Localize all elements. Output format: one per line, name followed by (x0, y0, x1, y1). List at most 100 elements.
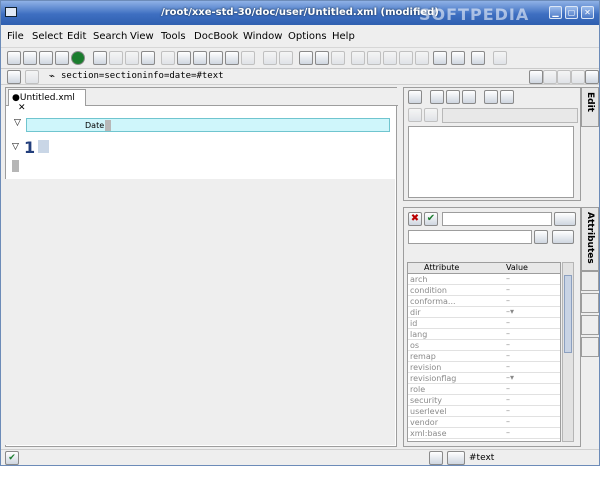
element-name-field[interactable] (442, 108, 578, 123)
tab-attributes[interactable]: Attributes (581, 207, 599, 271)
heading-placeholder[interactable] (38, 140, 49, 153)
special-char-icon[interactable] (471, 51, 485, 65)
superscript-icon[interactable] (331, 51, 345, 65)
open-folder-icon[interactable] (23, 51, 37, 65)
add-attribute-dropdown[interactable] (552, 230, 574, 244)
list-icon[interactable] (383, 51, 397, 65)
element-dropdown-icon[interactable] (447, 451, 465, 465)
table-row[interactable]: condition – (408, 285, 560, 296)
save-icon[interactable] (39, 51, 53, 65)
next-node-icon[interactable] (557, 70, 571, 84)
section-collapse-icon[interactable]: ▽ (12, 142, 19, 152)
element-list[interactable] (408, 126, 574, 198)
first-node-icon[interactable] (529, 70, 543, 84)
tab-notes[interactable] (581, 337, 599, 357)
table-row[interactable]: os – (408, 340, 560, 351)
attributes-scrollbar[interactable] (562, 262, 574, 442)
menu-edit[interactable]: Edit (67, 31, 86, 42)
search-node-icon[interactable] (585, 70, 599, 84)
node-path[interactable]: section=sectioninfo=date=#text (61, 71, 224, 81)
cut-icon[interactable] (161, 51, 175, 65)
join-icon[interactable] (279, 51, 293, 65)
insert-after-icon[interactable] (430, 90, 444, 104)
bold-dropdown-icon[interactable] (299, 51, 313, 65)
menu-tools[interactable]: Tools (161, 31, 186, 42)
paste-before-icon[interactable] (209, 51, 223, 65)
attribute-column-header[interactable]: Attribute (424, 263, 459, 272)
wrap-icon[interactable] (462, 90, 476, 104)
ordered-list-icon[interactable] (399, 51, 413, 65)
attribute-name-input[interactable] (408, 230, 532, 244)
minimize-button[interactable]: ▁ (549, 6, 562, 19)
tab-close-icon[interactable]: ✕ (18, 103, 26, 113)
table-row[interactable]: vendor – (408, 417, 560, 428)
menu-options[interactable]: Options (288, 31, 327, 42)
table-row[interactable]: id – (408, 318, 560, 329)
replace-icon[interactable] (141, 51, 155, 65)
maximize-button[interactable]: ▢ (565, 6, 578, 19)
image-dropdown-icon[interactable] (451, 51, 465, 65)
menu-view[interactable]: View (130, 31, 154, 42)
title-bar[interactable]: /root/xxe-std-30/doc/user/Untitled.xml (… (1, 1, 599, 25)
section-icon[interactable] (367, 51, 381, 65)
paste-after-icon[interactable] (225, 51, 239, 65)
close-button[interactable]: ✕ (581, 6, 594, 19)
menu-help[interactable]: Help (332, 31, 355, 42)
menu-window[interactable]: Window (243, 31, 282, 42)
tab-spell-check[interactable] (581, 293, 599, 313)
confirm-edit-icon[interactable] (424, 108, 438, 122)
table-dropdown-icon[interactable] (433, 51, 447, 65)
delete-icon[interactable] (241, 51, 255, 65)
paste-icon[interactable] (193, 51, 207, 65)
table-row[interactable]: remap – (408, 351, 560, 362)
convert-icon[interactable] (446, 90, 460, 104)
select-child-icon[interactable] (25, 70, 39, 84)
redo-icon[interactable] (109, 51, 123, 65)
menu-docbook[interactable]: DocBook (194, 31, 238, 42)
select-parent-icon[interactable] (7, 70, 21, 84)
paragraph-icon[interactable] (351, 51, 365, 65)
table-row[interactable]: security – (408, 395, 560, 406)
scrollbar-thumb[interactable] (564, 275, 572, 353)
link-icon[interactable] (493, 51, 507, 65)
last-node-icon[interactable] (571, 70, 585, 84)
item-list-icon[interactable] (415, 51, 429, 65)
tab-tools[interactable] (581, 271, 599, 291)
previous-node-icon[interactable] (543, 70, 557, 84)
repeat-icon[interactable] (125, 51, 139, 65)
table-row[interactable]: role – (408, 384, 560, 395)
save-template-icon[interactable] (500, 90, 514, 104)
tab-fonts[interactable] (581, 315, 599, 335)
find-icon[interactable] (93, 51, 107, 65)
apply-attribute-icon[interactable]: ✔ (424, 212, 438, 226)
tab-label[interactable]: ●Untitled.xml (12, 93, 75, 103)
sort-icon[interactable] (429, 451, 443, 465)
menu-select[interactable]: Select (32, 31, 63, 42)
validate-icon[interactable] (71, 51, 85, 65)
save-as-icon[interactable] (55, 51, 69, 65)
document-tab[interactable]: ●Untitled.xml ✕ (8, 89, 86, 113)
validity-check-icon[interactable]: ✔ (5, 451, 19, 465)
list-icon[interactable] (534, 230, 548, 244)
table-row[interactable]: xml:base – (408, 428, 560, 439)
table-row[interactable]: arch – (408, 274, 560, 285)
table-row[interactable]: revision – (408, 362, 560, 373)
split-icon[interactable] (263, 51, 277, 65)
table-row[interactable]: userlevel – (408, 406, 560, 417)
value-column-header[interactable]: Value (506, 263, 528, 272)
table-row[interactable]: revisionflag –▾ (408, 373, 560, 384)
italic-dropdown-icon[interactable] (315, 51, 329, 65)
new-document-icon[interactable] (7, 51, 21, 65)
date-field[interactable]: Date (26, 118, 390, 132)
attribute-value-input[interactable] (442, 212, 552, 226)
collapse-arrow-icon[interactable]: ▽ (14, 118, 21, 128)
cancel-edit-icon[interactable] (408, 108, 422, 122)
copy-icon[interactable] (177, 51, 191, 65)
table-row[interactable]: conforma... – (408, 296, 560, 307)
table-row[interactable]: dir –▾ (408, 307, 560, 318)
tab-edit[interactable]: Edit (581, 87, 599, 127)
menu-file[interactable]: File (7, 31, 24, 42)
menu-search[interactable]: Search (93, 31, 127, 42)
attribute-options-dropdown[interactable] (554, 212, 576, 226)
remove-attribute-icon[interactable]: ✖ (408, 212, 422, 226)
